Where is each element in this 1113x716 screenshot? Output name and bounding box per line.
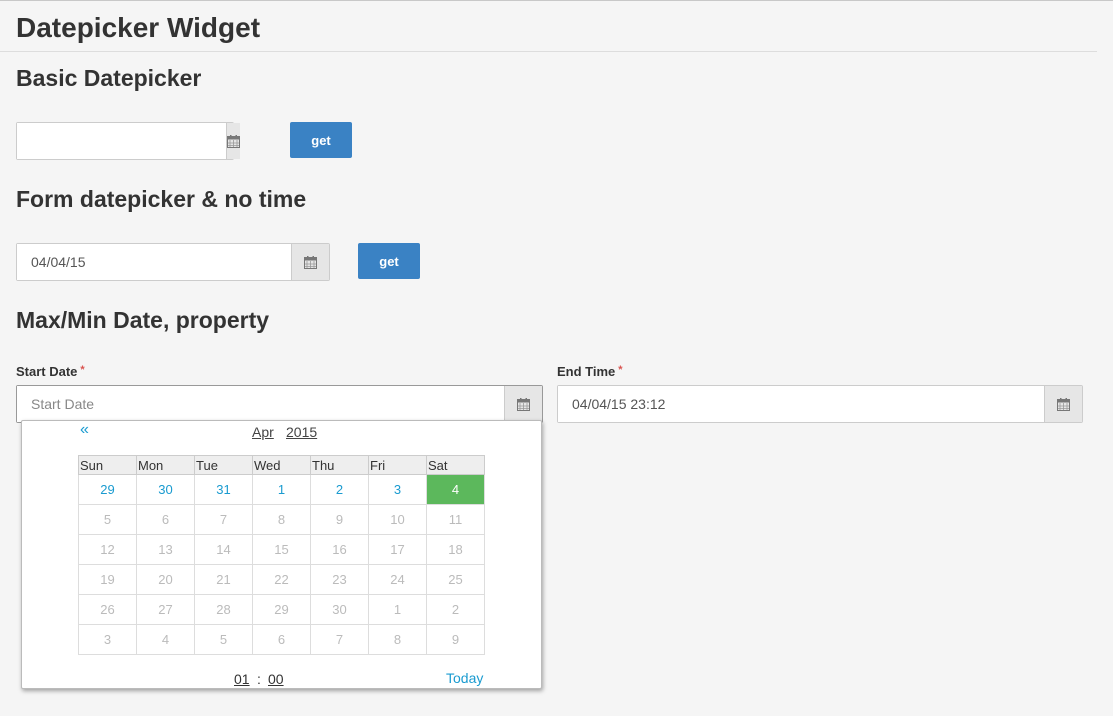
section-title-form: Form datepicker & no time: [16, 186, 307, 212]
end-time-group: [557, 385, 1083, 423]
time-separator: :: [257, 671, 261, 687]
calendar-grid: Sun Mon Tue Wed Thu Fri Sat 29 30 31 1 2 3 4 5 6 7 8 9 10 1…: [78, 455, 485, 655]
calendar-day[interactable]: 3: [368, 474, 427, 505]
basic-calendar-button[interactable]: [226, 123, 240, 159]
calendar-day-disabled: 7: [194, 504, 253, 535]
calendar-day-disabled: 28: [194, 594, 253, 625]
calendar-day-disabled: 7: [310, 624, 369, 655]
weekday-header: Sun: [78, 455, 137, 475]
calendar-day-disabled: 19: [78, 564, 137, 595]
start-date-label: Start Date *: [16, 364, 85, 379]
weekday-header: Tue: [194, 455, 253, 475]
weekday-header: Wed: [252, 455, 311, 475]
calendar-icon: [304, 255, 317, 269]
calendar-day-disabled: 16: [310, 534, 369, 565]
calendar-day-disabled: 6: [136, 504, 195, 535]
calendar-day-disabled: 9: [426, 624, 485, 655]
basic-date-input[interactable]: [17, 123, 226, 159]
month-selector[interactable]: Apr: [252, 424, 274, 440]
calendar-day-disabled: 9: [310, 504, 369, 535]
section-title-basic: Basic Datepicker: [16, 65, 202, 91]
calendar-day-disabled: 5: [194, 624, 253, 655]
calendar-day[interactable]: 1: [252, 474, 311, 505]
section-title-maxmin: Max/Min Date, property: [16, 307, 270, 333]
form-calendar-button[interactable]: [291, 244, 329, 280]
calendar-day-disabled: 6: [252, 624, 311, 655]
calendar-day-disabled: 23: [310, 564, 369, 595]
calendar-day-disabled: 20: [136, 564, 195, 595]
end-calendar-button[interactable]: [1044, 386, 1082, 422]
end-required-mark: *: [618, 364, 623, 376]
start-date-input[interactable]: [17, 386, 504, 422]
datepicker-popup: « Apr 2015 Sun Mon Tue Wed Thu Fri Sat 29 30 31 1…: [21, 420, 542, 689]
calendar-day-disabled: 30: [310, 594, 369, 625]
weekday-header: Sat: [426, 455, 485, 475]
calendar-day-disabled: 14: [194, 534, 253, 565]
start-date-label-text: Start Date: [16, 364, 78, 379]
calendar-day-disabled: 11: [426, 504, 485, 535]
weekday-header-row: Sun Mon Tue Wed Thu Fri Sat: [78, 455, 485, 475]
calendar-week-row: 29 30 31 1 2 3 4: [78, 474, 485, 505]
start-calendar-button[interactable]: [504, 386, 542, 422]
form-get-button[interactable]: get: [358, 243, 420, 279]
basic-datepicker-group: [16, 122, 240, 160]
calendar-day-disabled: 4: [136, 624, 195, 655]
calendar-icon: [1057, 397, 1070, 411]
calendar-day-disabled: 2: [426, 594, 485, 625]
calendar-icon: [517, 397, 530, 411]
calendar-day-disabled: 27: [136, 594, 195, 625]
calendar-day[interactable]: 2: [310, 474, 369, 505]
end-time-label: End Time *: [557, 364, 623, 379]
calendar-day-disabled: 8: [368, 624, 427, 655]
hour-selector[interactable]: 01: [234, 671, 250, 687]
calendar-day-disabled: 26: [78, 594, 137, 625]
calendar-icon: [227, 134, 240, 148]
calendar-day[interactable]: 4: [426, 474, 485, 505]
calendar-week-row: 26 27 28 29 30 1 2: [78, 594, 485, 625]
calendar-day-disabled: 5: [78, 504, 137, 535]
calendar-day-disabled: 17: [368, 534, 427, 565]
start-required-mark: *: [80, 364, 85, 376]
calendar-day-disabled: 25: [426, 564, 485, 595]
end-time-input[interactable]: [558, 386, 1044, 422]
calendar-day-disabled: 13: [136, 534, 195, 565]
calendar-day-disabled: 3: [78, 624, 137, 655]
page-title: Datepicker Widget: [16, 12, 261, 43]
calendar-week-row: 12 13 14 15 16 17 18: [78, 534, 485, 565]
calendar-day-disabled: 29: [252, 594, 311, 625]
start-date-group: [16, 385, 543, 423]
calendar-week-row: 19 20 21 22 23 24 25: [78, 564, 485, 595]
calendar-day-disabled: 15: [252, 534, 311, 565]
year-selector[interactable]: 2015: [286, 424, 317, 440]
weekday-header: Mon: [136, 455, 195, 475]
title-divider: [0, 51, 1097, 52]
form-datepicker-group: [16, 243, 330, 281]
weekday-header: Fri: [368, 455, 427, 475]
calendar-day-disabled: 24: [368, 564, 427, 595]
calendar-day-disabled: 8: [252, 504, 311, 535]
calendar-week-row: 5 6 7 8 9 10 11: [78, 504, 485, 535]
calendar-day[interactable]: 30: [136, 474, 195, 505]
calendar-day[interactable]: 29: [78, 474, 137, 505]
calendar-day-disabled: 21: [194, 564, 253, 595]
form-date-input[interactable]: [17, 244, 291, 280]
calendar-day-disabled: 10: [368, 504, 427, 535]
calendar-week-row: 3456789: [78, 624, 485, 655]
minute-selector[interactable]: 00: [268, 671, 284, 687]
calendar-day-disabled: 12: [78, 534, 137, 565]
weekday-header: Thu: [310, 455, 369, 475]
calendar-day[interactable]: 31: [194, 474, 253, 505]
calendar-day-disabled: 1: [368, 594, 427, 625]
prev-month-button[interactable]: «: [80, 421, 89, 439]
basic-get-button[interactable]: get: [290, 122, 352, 158]
calendar-day-disabled: 22: [252, 564, 311, 595]
calendar-day-disabled: 18: [426, 534, 485, 565]
end-time-label-text: End Time: [557, 364, 616, 379]
today-button[interactable]: Today: [446, 670, 483, 686]
